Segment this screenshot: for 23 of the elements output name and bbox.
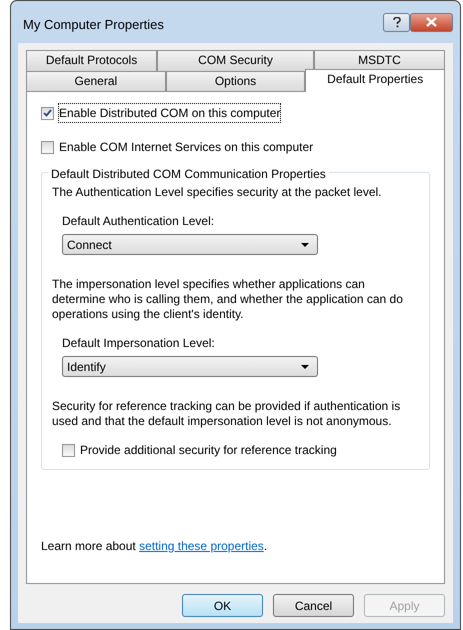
tab[interactable]: Default Properties: [305, 69, 446, 92]
window-title: My Computer Properties: [22, 16, 164, 34]
dropdown[interactable]: Identify: [62, 356, 318, 377]
checkbox-label[interactable]: Enable COM Internet Services on this computer: [59, 138, 314, 156]
dropdown-value: Identify: [67, 358, 106, 376]
learn-more-text: Learn more about setting these properties.: [41, 538, 268, 555]
tab[interactable]: Default Protocols: [26, 50, 158, 71]
checkbox-label[interactable]: Enable Distributed COM on this computer: [59, 104, 280, 122]
dialog-button[interactable]: Cancel: [273, 594, 354, 617]
description-text: Security for reference tracking can be provided if authentication is used and that the default impersonation level is not anonymous.: [52, 399, 402, 429]
dialog-button[interactable]: OK: [182, 594, 263, 617]
dropdown-label: Default Impersonation Level:: [62, 335, 216, 352]
description-text: The Authentication Level specifies security at the packet level.: [52, 185, 383, 200]
tab[interactable]: MSDTC: [314, 50, 445, 71]
dropdown-value: Connect: [67, 236, 112, 254]
learn-more-link[interactable]: setting these properties: [139, 539, 264, 553]
dropdown-label: Default Authentication Level:: [62, 213, 216, 230]
tab[interactable]: COM Security: [157, 50, 314, 71]
description-text: The impersonation level specifies whether applications can determine who is calling them, and whether the application can do operations using the client's identity.: [52, 277, 404, 322]
checkbox-label[interactable]: Provide additional security for reference tracking: [80, 441, 337, 459]
tab[interactable]: General: [26, 71, 166, 92]
tab[interactable]: Options: [166, 71, 306, 92]
dropdown[interactable]: Connect: [62, 234, 318, 255]
